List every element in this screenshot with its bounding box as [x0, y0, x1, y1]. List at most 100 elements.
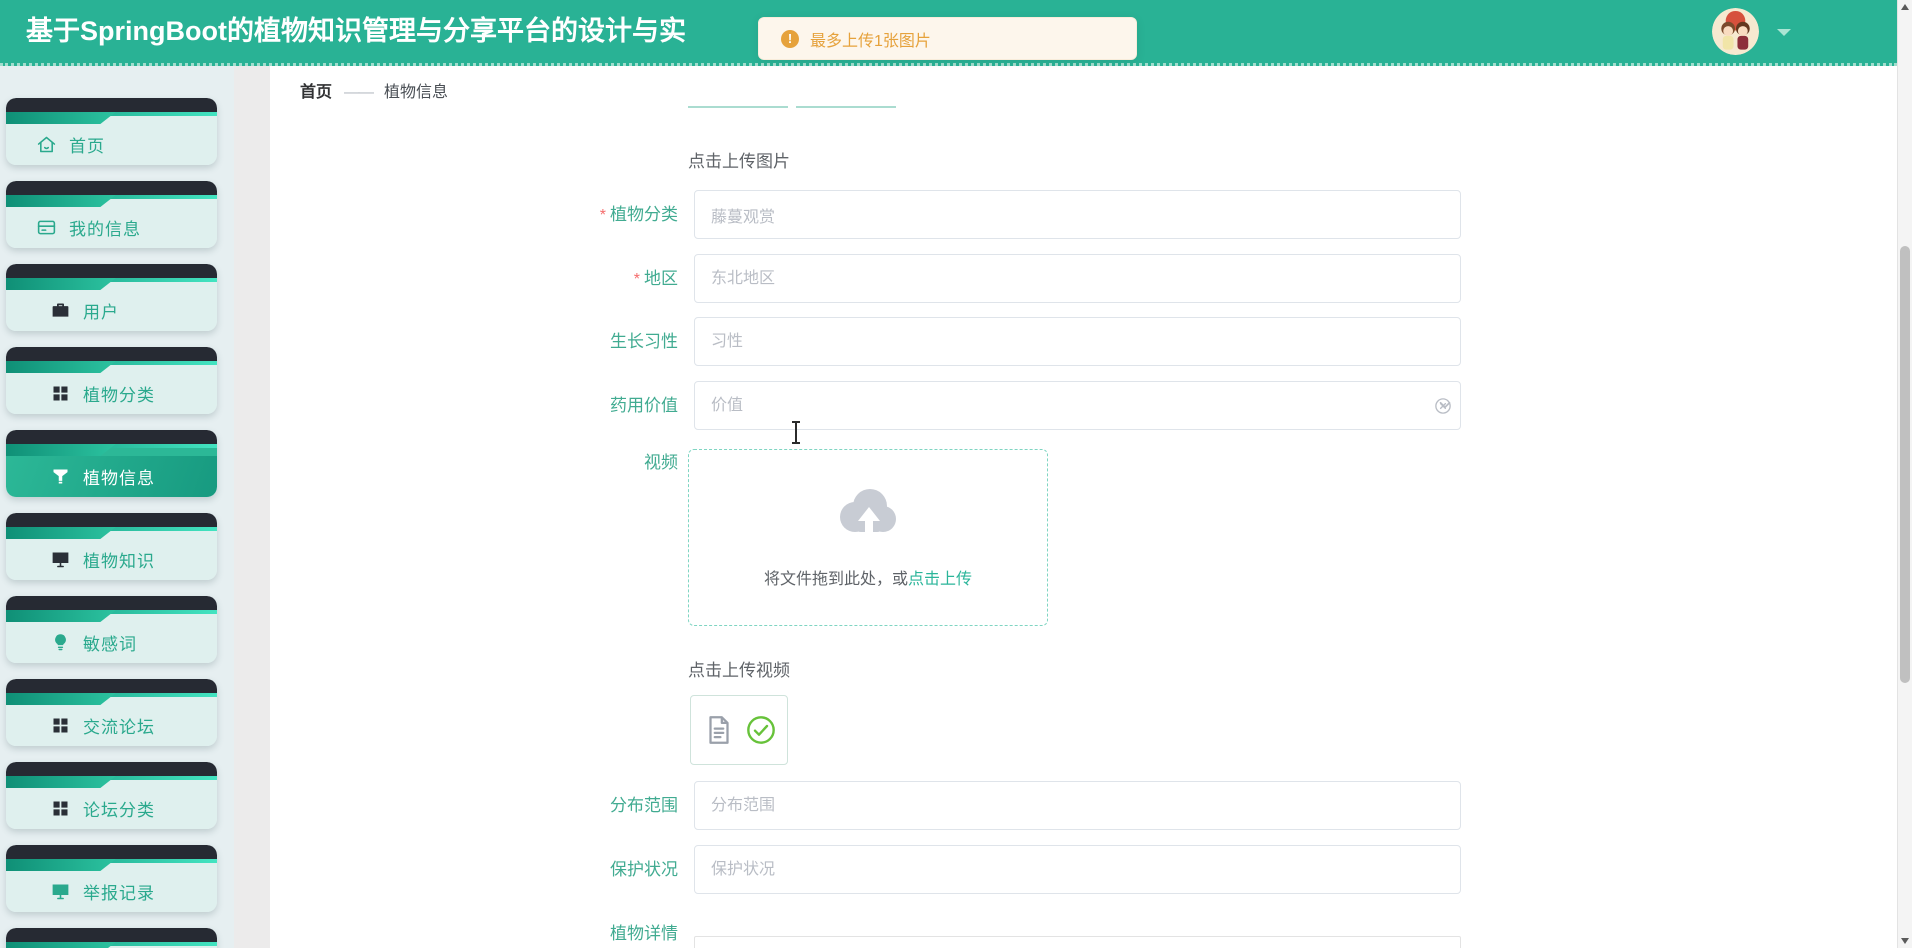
- category-select-value: 藤蔓观赏: [711, 203, 775, 227]
- text-cursor: [791, 421, 801, 444]
- sidebar-item-home[interactable]: 首页: [6, 98, 217, 165]
- sidebar-item-my-info[interactable]: 我的信息: [6, 181, 217, 248]
- breadcrumb-home[interactable]: 首页: [300, 84, 332, 101]
- user-avatar[interactable]: [1712, 8, 1759, 55]
- app-header: 基于SpringBoot的植物知识管理与分享平台的设计与实 ! 最多上传1张图片: [0, 0, 1897, 66]
- toast-message: ! 最多上传1张图片: [758, 17, 1137, 60]
- nav-card-top-bar: [6, 98, 217, 112]
- sidebar-item-partial[interactable]: [6, 928, 217, 948]
- sidebar-item-plant-category[interactable]: 植物分类: [6, 347, 217, 414]
- nav-card-top-bar: [6, 430, 217, 444]
- nav-card-stripe: [6, 859, 217, 871]
- rich-text-editor[interactable]: B〜TH❝IUŦx²å▦▤: [694, 936, 1461, 948]
- sidebar-item-report-records[interactable]: 举报记录: [6, 845, 217, 912]
- scrollbar-down-arrow[interactable]: [1901, 938, 1909, 944]
- video-label: 视频: [428, 438, 678, 487]
- nav-label: 首页: [69, 132, 105, 157]
- nav-card-body: 敏感词: [6, 622, 217, 663]
- breadcrumb-separator: ——: [344, 84, 372, 101]
- nav-card-top-bar: [6, 928, 217, 942]
- chevron-down-icon[interactable]: [1777, 29, 1791, 36]
- nav-card-body: 论坛分类: [6, 788, 217, 829]
- nav-card-top-bar: [6, 513, 217, 527]
- nav-card-body: 植物信息: [6, 456, 217, 497]
- sidebar-item-plant-knowledge[interactable]: 植物知识: [6, 513, 217, 580]
- habit-label: 生长习性: [428, 317, 678, 366]
- nav-card-top-bar: [6, 596, 217, 610]
- scrollbar-up-arrow[interactable]: [1901, 4, 1909, 10]
- nav-card-top-bar: [6, 679, 217, 693]
- toast-text: 最多上传1张图片: [810, 27, 931, 51]
- clear-input-icon[interactable]: [1434, 397, 1452, 415]
- protection-input[interactable]: [694, 845, 1461, 894]
- sidebar-item-forum-category[interactable]: 论坛分类: [6, 762, 217, 829]
- nav-card-body: 交流论坛: [6, 705, 217, 746]
- nav-icon: [50, 300, 71, 321]
- nav-icon: [50, 549, 71, 570]
- nav-card-top-bar: [6, 845, 217, 859]
- nav-icon: [50, 466, 71, 487]
- nav-label: 植物信息: [83, 464, 155, 489]
- nav-card-body: 用户: [6, 290, 217, 331]
- nav-label: 举报记录: [83, 879, 155, 904]
- nav-label: 论坛分类: [83, 796, 155, 821]
- nav-icon: [50, 881, 71, 902]
- nav-card-stripe: [6, 444, 217, 456]
- warning-icon: !: [781, 30, 799, 48]
- sidebar-item-users[interactable]: 用户: [6, 264, 217, 331]
- nav-label: 植物分类: [83, 381, 155, 406]
- upload-video-hint: 点击上传视频: [688, 656, 790, 681]
- nav-icon: [36, 134, 57, 155]
- upload-link[interactable]: 点击上传: [908, 571, 972, 588]
- region-input[interactable]: [694, 254, 1461, 303]
- distribution-label: 分布范围: [428, 781, 678, 830]
- sidebar-item-plant-info[interactable]: 植物信息: [6, 430, 217, 497]
- value-input[interactable]: [694, 381, 1461, 430]
- nav-card-stripe: [6, 195, 217, 207]
- nav-card-top-bar: [6, 181, 217, 195]
- nav-card-stripe: [6, 527, 217, 539]
- editor-toolbar-button[interactable]: 〜: [744, 942, 760, 948]
- nav-card-body: 植物分类: [6, 373, 217, 414]
- nav-label: 用户: [83, 298, 119, 323]
- upload-success-check-icon: [745, 714, 777, 746]
- nav-card-body: 植物知识: [6, 539, 217, 580]
- distribution-input[interactable]: [694, 781, 1461, 830]
- protection-label: 保护状况: [428, 845, 678, 894]
- nav-card-top-bar: [6, 762, 217, 776]
- nav-card-stripe: [6, 693, 217, 705]
- app-title: 基于SpringBoot的植物知识管理与分享平台的设计与实: [26, 0, 686, 63]
- image-upload-tab-edge: [688, 106, 788, 108]
- nav-card-stripe: [6, 361, 217, 373]
- nav-card-stripe: [6, 942, 217, 948]
- habit-input[interactable]: [694, 317, 1461, 366]
- sidebar-item-sensitive-words[interactable]: 敏感词: [6, 596, 217, 663]
- detail-label: 植物详情: [428, 909, 678, 948]
- nav-card-body: 举报记录: [6, 871, 217, 912]
- sidebar-item-forum[interactable]: 交流论坛: [6, 679, 217, 746]
- page-scrollbar[interactable]: [1897, 0, 1912, 948]
- nav-card-top-bar: [6, 264, 217, 278]
- sidebar-gutter: [234, 66, 270, 948]
- video-dropzone[interactable]: 将文件拖到此处，或点击上传: [688, 449, 1048, 626]
- nav-card-stripe: [6, 610, 217, 622]
- nav-card-top-bar: [6, 347, 217, 361]
- nav-icon: [50, 798, 71, 819]
- nav-icon: [50, 383, 71, 404]
- breadcrumb: 首页——植物信息: [300, 78, 448, 102]
- nav-label: 我的信息: [69, 215, 141, 240]
- region-label: *地区: [428, 254, 678, 304]
- scrollbar-thumb[interactable]: [1900, 246, 1910, 683]
- nav-label: 敏感词: [83, 630, 137, 655]
- dropzone-text: 将文件拖到此处，或点击上传: [689, 565, 1047, 589]
- category-select[interactable]: 藤蔓观赏: [694, 190, 1461, 239]
- required-star: *: [634, 271, 640, 288]
- uploaded-file-tile[interactable]: [690, 695, 788, 765]
- nav-label: 交流论坛: [83, 713, 155, 738]
- sidebar: 首页 我的信息 用户 植物分类 植物信息: [0, 66, 234, 948]
- nav-icon: [50, 715, 71, 736]
- upload-cloud-icon: [835, 484, 901, 538]
- nav-label: 植物知识: [83, 547, 155, 572]
- nav-icon: [50, 632, 71, 653]
- required-star: *: [600, 207, 606, 224]
